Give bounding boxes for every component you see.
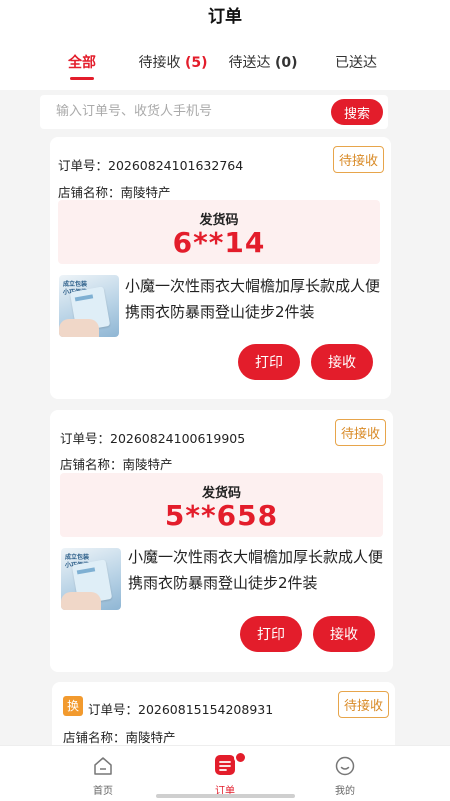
shop-name: 店铺名称：南陵特产 — [60, 457, 173, 472]
search-bar: 搜索 — [40, 95, 388, 129]
tab-pending-delivery-label: 待送达 — [228, 55, 271, 71]
home-icon — [94, 757, 112, 775]
order-card: 订单号：20260824100619905 待接收 店铺名称：南陵特产 发货码 … — [50, 410, 393, 672]
hand-graphic — [59, 319, 99, 337]
product-image[interactable]: 成立包装 小巧便携 — [59, 275, 119, 337]
tab-pending-accept[interactable]: 待接收 (5) — [139, 52, 208, 72]
print-button[interactable]: 打印 — [240, 616, 302, 652]
hand-graphic — [61, 592, 101, 610]
orders-icon — [215, 755, 235, 775]
active-tab-indicator — [70, 77, 94, 80]
accept-button[interactable]: 接收 — [313, 616, 375, 652]
print-button[interactable]: 打印 — [238, 344, 300, 380]
status-badge: 待接收 — [333, 146, 385, 173]
tab-all[interactable]: 全部 — [68, 52, 96, 72]
tab-pending-delivery-count: (0) — [274, 55, 298, 71]
shop-name: 店铺名称：南陵特产 — [58, 185, 171, 200]
profile-icon — [335, 756, 355, 776]
search-input[interactable] — [56, 104, 316, 119]
shop-name: 店铺名称：南陵特产 — [63, 730, 176, 745]
page-title: 订单 — [208, 7, 242, 27]
order-tabs: 全部 待接收 (5) 待送达 (0) 已送达 — [0, 52, 450, 74]
tab-all-label: 全部 — [68, 55, 96, 71]
delivery-code-box: 发货码 5**658 — [60, 473, 383, 537]
delivery-code: 6**14 — [172, 226, 266, 259]
search-button[interactable]: 搜索 — [331, 99, 383, 125]
tab-pending-accept-count: (5) — [184, 55, 208, 71]
notification-dot — [234, 751, 247, 764]
status-badge: 待接收 — [338, 691, 390, 718]
order-card: 订单号：20260824101632764 待接收 店铺名称：南陵特产 发货码 … — [50, 137, 391, 399]
order-number: 订单号：20260824100619905 — [60, 431, 246, 446]
home-indicator — [156, 794, 295, 798]
nav-profile-label: 我的 — [335, 786, 355, 797]
nav-profile[interactable]: 我的 — [300, 746, 390, 801]
status-badge: 待接收 — [335, 419, 387, 446]
nav-home-label: 首页 — [93, 786, 113, 797]
product-image[interactable]: 成立包装 小巧便携 — [61, 548, 121, 610]
exchange-badge: 换 — [63, 696, 83, 716]
tab-pending-delivery[interactable]: 待送达 (0) — [229, 52, 298, 72]
order-number: 订单号：20260824101632764 — [58, 158, 244, 173]
tab-delivered-label: 已送达 — [335, 55, 377, 71]
delivery-code: 5**658 — [164, 499, 279, 532]
tab-delivered[interactable]: 已送达 — [335, 52, 377, 72]
order-number: 订单号：20260815154208931 — [88, 702, 274, 717]
nav-home[interactable]: 首页 — [58, 746, 148, 801]
tab-pending-accept-label: 待接收 — [138, 55, 181, 71]
bottom-nav: 首页 订单 我的 — [0, 745, 450, 801]
accept-button[interactable]: 接收 — [311, 344, 373, 380]
top-bar: 订单 全部 待接收 (5) 待送达 (0) 已送达 — [0, 0, 450, 90]
delivery-code-box: 发货码 6**14 — [58, 200, 380, 264]
nav-orders[interactable]: 订单 — [180, 746, 270, 801]
product-name[interactable]: 小魔一次性雨衣大帽檐加厚长款成人便携雨衣防暴雨登山徒步2件装 — [128, 544, 393, 596]
product-name[interactable]: 小魔一次性雨衣大帽檐加厚长款成人便携雨衣防暴雨登山徒步2件装 — [125, 273, 390, 325]
